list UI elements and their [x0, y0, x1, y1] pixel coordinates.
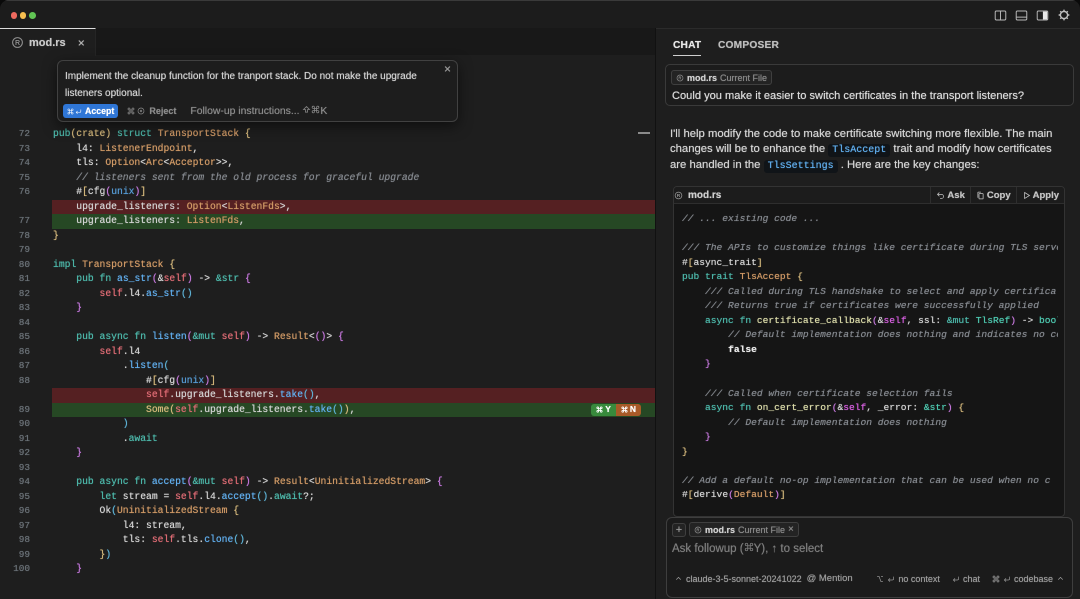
svg-text:R: R: [677, 193, 681, 199]
svg-text:R: R: [696, 527, 700, 532]
svg-text:R: R: [15, 40, 20, 47]
svg-text:R: R: [678, 75, 682, 80]
